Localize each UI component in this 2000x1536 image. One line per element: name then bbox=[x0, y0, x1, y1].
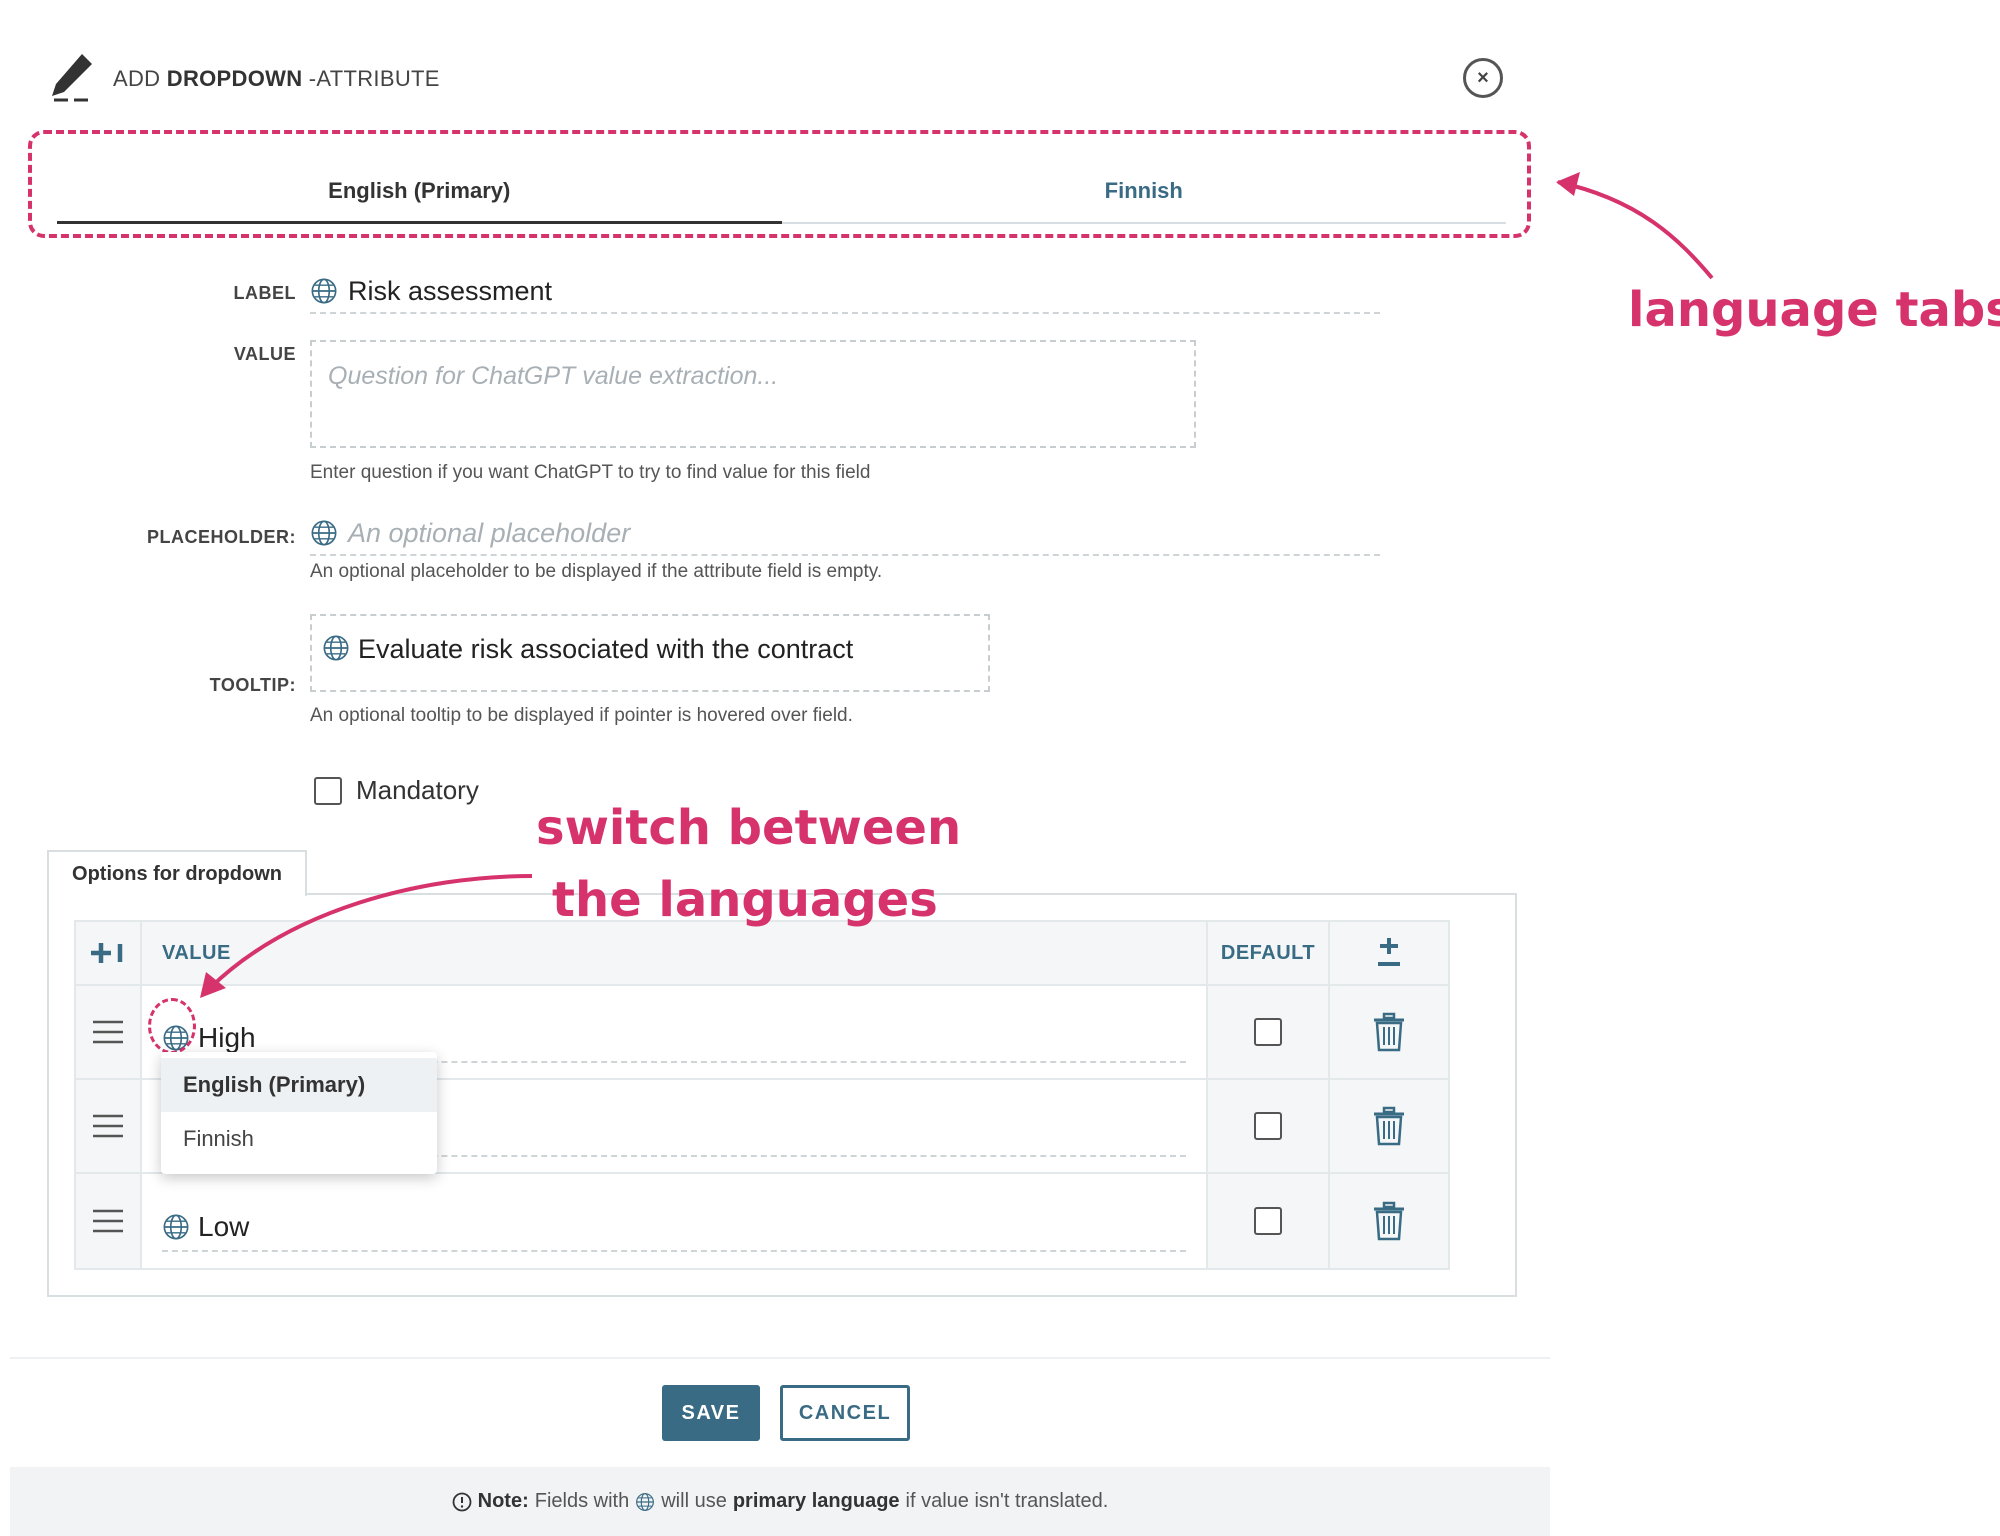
default-checkbox[interactable] bbox=[1254, 1018, 1282, 1046]
value-caption: VALUE bbox=[233, 344, 296, 364]
tooltip-value: Evaluate risk associated with the contra… bbox=[358, 634, 854, 664]
annotation-switch-line2: the languages bbox=[552, 872, 938, 928]
tab-finnish[interactable]: Finnish bbox=[781, 160, 1506, 224]
add-row-icon[interactable] bbox=[76, 922, 142, 984]
globe-icon[interactable] bbox=[162, 1213, 190, 1241]
menu-item-finnish[interactable]: Finnish bbox=[161, 1112, 437, 1166]
tooltip-caption: TOOLTIP: bbox=[209, 675, 296, 695]
globe-icon[interactable] bbox=[310, 277, 338, 305]
placeholder-help-text: An optional placeholder to be displayed … bbox=[310, 561, 883, 582]
note-label: Note: bbox=[477, 1490, 529, 1512]
trash-icon[interactable] bbox=[1371, 1201, 1407, 1241]
placeholder-placeholder: An optional placeholder bbox=[348, 517, 631, 548]
table-row: Low bbox=[76, 1174, 1448, 1268]
options-tab[interactable]: Options for dropdown bbox=[47, 850, 307, 896]
tooltip-help-text: An optional tooltip to be displayed if p… bbox=[310, 705, 853, 726]
label-input[interactable]: Risk assessment bbox=[310, 270, 1380, 314]
default-column-header: DEFAULT bbox=[1220, 941, 1316, 964]
title-prefix: ADD bbox=[113, 66, 167, 91]
default-checkbox[interactable] bbox=[1254, 1207, 1282, 1235]
value-help-text: Enter question if you want ChatGPT to tr… bbox=[310, 462, 871, 483]
globe-icon bbox=[635, 1492, 655, 1512]
default-checkbox[interactable] bbox=[1254, 1112, 1282, 1140]
hamburger-icon[interactable] bbox=[93, 1020, 123, 1044]
trash-icon[interactable] bbox=[1371, 1106, 1407, 1146]
option-value: Low bbox=[198, 1211, 250, 1242]
info-icon bbox=[452, 1492, 472, 1511]
plus-minus-icon[interactable] bbox=[1330, 922, 1448, 984]
placeholder-caption: PLACEHOLDER: bbox=[147, 527, 296, 547]
menu-item-english[interactable]: English (Primary) bbox=[161, 1058, 437, 1112]
dialog-title: ADD DROPDOWN -ATTRIBUTE bbox=[113, 66, 440, 92]
value-column-header: VALUE bbox=[162, 941, 231, 964]
mandatory-label: Mandatory bbox=[356, 775, 479, 805]
mandatory-checkbox[interactable]: Mandatory bbox=[314, 775, 479, 806]
language-menu: English (Primary) Finnish bbox=[161, 1052, 437, 1174]
title-suffix: -ATTRIBUTE bbox=[302, 66, 440, 91]
option-value: High bbox=[198, 1022, 256, 1053]
globe-highlight bbox=[148, 998, 196, 1054]
pencil-icon bbox=[52, 54, 92, 102]
trash-icon[interactable] bbox=[1371, 1012, 1407, 1052]
checkbox[interactable] bbox=[314, 776, 342, 805]
tab-english-primary[interactable]: English (Primary) bbox=[57, 160, 782, 224]
value-textarea[interactable]: Question for ChatGPT value extraction... bbox=[310, 340, 1196, 448]
annotation-switch-line1: switch between bbox=[536, 800, 962, 856]
placeholder-input[interactable]: An optional placeholder bbox=[310, 512, 1380, 556]
table-header: VALUE DEFAULT bbox=[76, 922, 1448, 986]
save-button[interactable]: SAVE bbox=[662, 1385, 760, 1441]
globe-icon[interactable] bbox=[322, 634, 350, 662]
note-text-1: Fields with bbox=[534, 1490, 630, 1512]
cancel-button[interactable]: CANCEL bbox=[780, 1385, 910, 1441]
hamburger-icon[interactable] bbox=[93, 1114, 123, 1138]
note-bar: Note: Fields with will use primary langu… bbox=[10, 1467, 1550, 1536]
label-value: Risk assessment bbox=[348, 275, 553, 306]
title-bold: DROPDOWN bbox=[166, 66, 303, 91]
annotation-language-tabs: language tabs bbox=[1628, 282, 2000, 338]
option-value-input[interactable]: Low bbox=[162, 1204, 1186, 1252]
language-tabs: English (Primary) Finnish bbox=[57, 160, 1506, 224]
note-bold: primary language bbox=[732, 1490, 900, 1512]
close-icon[interactable]: × bbox=[1463, 58, 1503, 98]
tooltip-textarea[interactable]: Evaluate risk associated with the contra… bbox=[310, 614, 990, 692]
footer-divider bbox=[10, 1357, 1550, 1359]
note-text-3: if value isn't translated. bbox=[905, 1490, 1109, 1512]
globe-icon[interactable] bbox=[310, 519, 338, 547]
note-text-2: will use bbox=[661, 1490, 727, 1512]
hamburger-icon[interactable] bbox=[93, 1209, 123, 1233]
label-caption: LABEL bbox=[233, 283, 296, 303]
